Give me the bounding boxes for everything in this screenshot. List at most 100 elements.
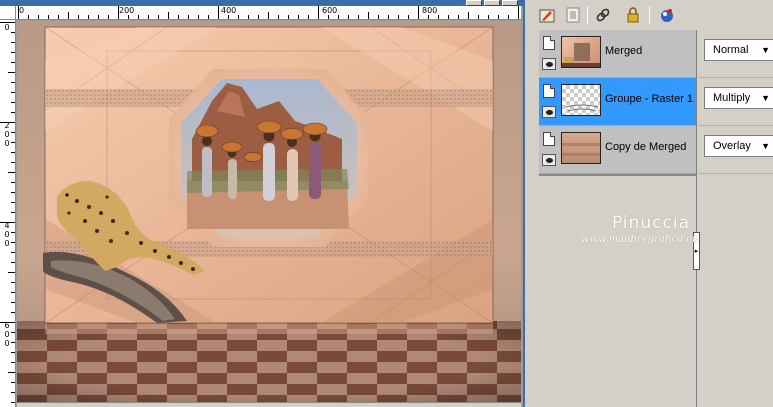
ruler-tick bbox=[438, 15, 439, 19]
ruler-tick bbox=[218, 6, 219, 19]
ruler-tick bbox=[0, 322, 15, 323]
ruler-tick bbox=[48, 15, 49, 19]
ruler-tick bbox=[468, 12, 469, 19]
horizontal-scrollbar[interactable] bbox=[17, 402, 521, 407]
blend-mode-dropdown[interactable]: Multiply ▼ bbox=[704, 87, 773, 109]
ruler-tick bbox=[458, 15, 459, 19]
ruler-tick bbox=[498, 15, 499, 19]
ruler-tick bbox=[8, 372, 15, 373]
ruler-tick bbox=[128, 15, 129, 19]
layer-row-merged[interactable]: Merged Normal ▼ bbox=[539, 30, 773, 78]
ruler-label: 600 bbox=[322, 6, 338, 15]
ruler-tick bbox=[378, 15, 379, 19]
ruler-tick bbox=[508, 15, 509, 19]
layer-name[interactable]: Groupe - Raster 1 bbox=[605, 93, 693, 105]
ruler-tick bbox=[11, 42, 15, 43]
blend-mode-cell: Overlay ▼ bbox=[699, 126, 773, 174]
layer-row-copy-de-merged[interactable]: Copy de Merged Overlay ▼ bbox=[539, 126, 773, 174]
ruler-tick bbox=[98, 15, 99, 19]
ruler-tick bbox=[518, 6, 519, 19]
ruler-tick bbox=[11, 112, 15, 113]
ruler-tick bbox=[418, 6, 419, 19]
ruler-tick bbox=[278, 15, 279, 19]
ruler-tick bbox=[158, 15, 159, 19]
ruler-tick bbox=[11, 332, 15, 333]
artwork bbox=[17, 21, 521, 403]
ruler-tick bbox=[11, 362, 15, 363]
ruler-tick bbox=[11, 202, 15, 203]
ruler-tick bbox=[368, 12, 369, 19]
layer-type-icon[interactable] bbox=[543, 132, 555, 146]
link-icon[interactable] bbox=[593, 5, 613, 25]
ruler-tick bbox=[11, 192, 15, 193]
ruler-tick bbox=[118, 6, 119, 19]
watermark-title: Pinuccia bbox=[612, 213, 690, 233]
layer-info[interactable]: Copy de Merged bbox=[539, 126, 696, 174]
lock-icon[interactable] bbox=[623, 5, 643, 25]
ruler-tick bbox=[328, 15, 329, 19]
eye-icon[interactable] bbox=[542, 106, 556, 118]
ruler-tick bbox=[28, 15, 29, 19]
blend-mode-dropdown[interactable]: Normal ▼ bbox=[704, 39, 773, 61]
ruler-tick bbox=[428, 15, 429, 19]
blend-mode-cell: Normal ▼ bbox=[699, 30, 773, 78]
eye-icon[interactable] bbox=[542, 58, 556, 70]
eye-icon[interactable] bbox=[542, 154, 556, 166]
ruler-tick bbox=[388, 15, 389, 19]
ruler-tick bbox=[11, 302, 15, 303]
ruler-tick bbox=[11, 312, 15, 313]
ruler-tick bbox=[488, 15, 489, 19]
layer-name[interactable]: Merged bbox=[605, 45, 642, 57]
layer-info[interactable]: Groupe - Raster 1 bbox=[539, 78, 696, 126]
layer-row-groupe-raster-1[interactable]: Groupe - Raster 1 Multiply ▼ bbox=[539, 78, 773, 126]
ruler-tick bbox=[11, 182, 15, 183]
ruler-tick bbox=[8, 72, 15, 73]
dropdown-arrow-icon: ▼ bbox=[761, 93, 770, 103]
blend-mode-value: Overlay bbox=[713, 140, 751, 152]
ruler-tick bbox=[38, 15, 39, 19]
ruler-tick bbox=[348, 15, 349, 19]
image-window: 0 200 400 600 800 0 200400600 bbox=[0, 0, 525, 407]
palette-icon[interactable] bbox=[657, 5, 677, 25]
ruler-tick bbox=[11, 132, 15, 133]
blend-mode-value: Normal bbox=[713, 44, 749, 56]
layer-name[interactable]: Copy de Merged bbox=[605, 141, 686, 153]
ruler-tick bbox=[0, 222, 15, 223]
ruler-tick bbox=[11, 262, 15, 263]
ruler-tick bbox=[478, 15, 479, 19]
ruler-tick bbox=[11, 282, 15, 283]
ruler-tick bbox=[11, 392, 15, 393]
ruler-tick bbox=[11, 402, 15, 403]
ruler-tick bbox=[78, 15, 79, 19]
layers-toolbar bbox=[527, 0, 773, 30]
ruler-tick bbox=[11, 352, 15, 353]
ruler-tick bbox=[208, 15, 209, 19]
ruler-tick bbox=[338, 15, 339, 19]
image-canvas[interactable] bbox=[17, 21, 521, 403]
ruler-tick bbox=[308, 15, 309, 19]
ruler-tick bbox=[18, 6, 19, 19]
ruler-tick bbox=[11, 232, 15, 233]
blend-mode-dropdown[interactable]: Overlay ▼ bbox=[704, 135, 773, 157]
ruler-tick bbox=[0, 22, 15, 23]
horizontal-ruler: 0 200 400 600 800 bbox=[16, 6, 521, 20]
dropdown-arrow-icon: ▼ bbox=[761, 141, 770, 151]
layer-type-icon[interactable] bbox=[543, 84, 555, 98]
ruler-tick bbox=[298, 15, 299, 19]
central-photo bbox=[169, 69, 369, 247]
layer-mask-icon[interactable] bbox=[563, 5, 583, 25]
ruler-tick bbox=[448, 15, 449, 19]
ruler-tick bbox=[11, 242, 15, 243]
ruler-tick bbox=[11, 212, 15, 213]
ruler-tick bbox=[0, 122, 15, 123]
ruler-tick bbox=[11, 162, 15, 163]
layer-type-icon[interactable] bbox=[543, 36, 555, 50]
ruler-tick bbox=[188, 15, 189, 19]
ruler-label: 200 bbox=[119, 6, 135, 15]
layers-palette: Merged Normal ▼ Groupe - Raster 1 Multip… bbox=[527, 0, 773, 407]
layer-thumbnail bbox=[561, 132, 601, 164]
brush-icon[interactable] bbox=[537, 5, 557, 25]
layer-info[interactable]: Merged bbox=[539, 30, 696, 78]
ruler-tick bbox=[258, 15, 259, 19]
ruler-tick bbox=[178, 15, 179, 19]
